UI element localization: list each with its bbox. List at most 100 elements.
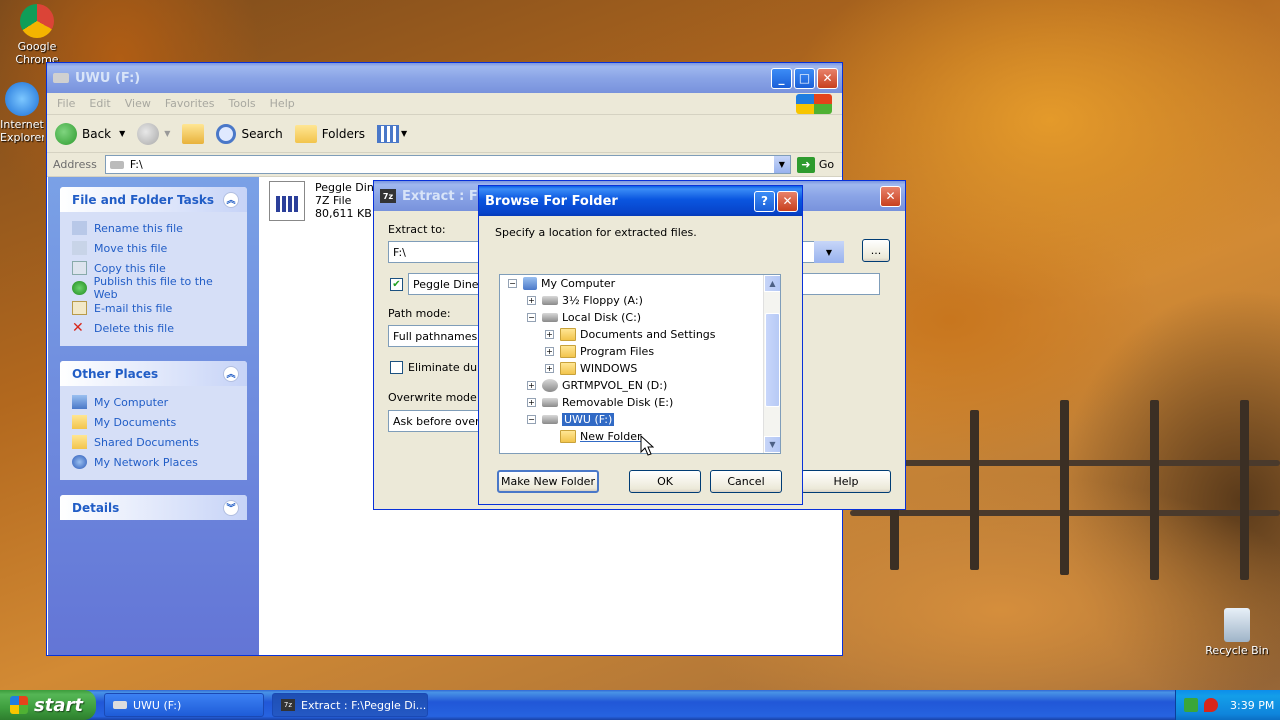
collapse-toggle[interactable]: −: [527, 415, 536, 424]
task-rename[interactable]: Rename this file: [72, 218, 237, 238]
eliminate-checkbox[interactable]: [390, 361, 403, 374]
start-button[interactable]: start: [0, 690, 96, 720]
network-tray-icon[interactable]: [1184, 698, 1198, 712]
help-question-button[interactable]: ?: [754, 190, 775, 212]
tree-node-program-files[interactable]: + Program Files: [545, 343, 654, 360]
expand-toggle[interactable]: +: [527, 398, 536, 407]
collapse-icon[interactable]: ︽: [223, 365, 239, 382]
menu-tools[interactable]: Tools: [229, 97, 256, 110]
copy-icon: [72, 261, 87, 275]
minimize-button[interactable]: _: [771, 67, 792, 89]
panel-header[interactable]: Details ︾: [60, 495, 247, 520]
close-button[interactable]: ✕: [880, 185, 901, 207]
expand-toggle[interactable]: +: [545, 364, 554, 373]
explorer-titlebar[interactable]: UWU (F:) _ □ ✕: [47, 63, 842, 93]
menu-bar: File Edit View Favorites Tools Help: [47, 93, 842, 115]
desktop-icon-recycle-bin[interactable]: Recycle Bin: [1202, 608, 1272, 657]
folder-icon: [560, 345, 576, 358]
menu-favorites[interactable]: Favorites: [165, 97, 215, 110]
close-button[interactable]: ✕: [817, 67, 838, 89]
cancel-button[interactable]: Cancel: [710, 470, 782, 493]
expand-toggle[interactable]: +: [545, 347, 554, 356]
other-places-panel: Other Places ︽ My Computer My Documents …: [60, 361, 247, 480]
tree-node-uwu-f[interactable]: − UWU (F:): [527, 411, 615, 428]
fence-decoration: [850, 400, 1280, 580]
mouse-cursor-icon: [640, 435, 654, 456]
forward-arrow-icon: [137, 122, 160, 145]
forward-button[interactable]: ▼: [137, 122, 170, 145]
drive-icon: [542, 415, 558, 424]
security-shield-icon[interactable]: [1204, 698, 1218, 712]
close-button[interactable]: ✕: [777, 190, 798, 212]
tree-node-documents-settings[interactable]: + Documents and Settings: [545, 326, 716, 343]
browse-button[interactable]: ...: [862, 239, 890, 262]
file-folder-tasks-panel: File and Folder Tasks ︽ Rename this file…: [60, 187, 247, 346]
place-my-documents[interactable]: My Documents: [72, 412, 237, 432]
tree-node-grtmpvol-d[interactable]: + GRTMPVOL_EN (D:): [527, 377, 667, 394]
collapse-toggle[interactable]: −: [508, 279, 517, 288]
removable-drive-icon: [542, 398, 558, 407]
folder-icon: [560, 430, 576, 443]
expand-icon[interactable]: ︾: [223, 499, 239, 516]
make-new-folder-button[interactable]: Make New Folder: [497, 470, 599, 493]
back-button[interactable]: Back ▼: [55, 122, 125, 145]
chevron-down-icon[interactable]: ▼: [814, 241, 844, 263]
menu-help[interactable]: Help: [270, 97, 295, 110]
drive-icon: [542, 313, 558, 322]
drive-icon: [53, 73, 69, 83]
subfolder-checkbox[interactable]: ✔: [390, 278, 403, 291]
browse-titlebar[interactable]: Browse For Folder ? ✕: [479, 186, 802, 216]
maximize-button[interactable]: □: [794, 67, 815, 89]
panel-header[interactable]: File and Folder Tasks ︽: [60, 187, 247, 212]
folders-button[interactable]: Folders: [294, 124, 365, 143]
tree-node-windows[interactable]: + WINDOWS: [545, 360, 637, 377]
tree-node-floppy[interactable]: +3½ Floppy (A:): [527, 292, 643, 309]
task-pane: File and Folder Tasks ︽ Rename this file…: [48, 177, 259, 655]
taskbar-item-explorer[interactable]: UWU (F:): [104, 693, 264, 717]
collapse-toggle[interactable]: −: [527, 313, 536, 322]
scroll-down-icon[interactable]: ▼: [764, 436, 780, 453]
place-my-computer[interactable]: My Computer: [72, 392, 237, 412]
ok-button[interactable]: OK: [629, 470, 701, 493]
place-shared-documents[interactable]: Shared Documents: [72, 432, 237, 452]
clock[interactable]: 3:39 PM: [1230, 699, 1274, 712]
place-network[interactable]: My Network Places: [72, 452, 237, 472]
chevron-down-icon[interactable]: ▼: [773, 156, 790, 173]
tree-node-local-disk-c[interactable]: − Local Disk (C:): [527, 309, 641, 326]
tree-node-removable-e[interactable]: + Removable Disk (E:): [527, 394, 673, 411]
collapse-icon[interactable]: ︽: [223, 191, 239, 208]
folder-tree: − My Computer +3½ Floppy (A:) − Local Disk…: [499, 274, 781, 454]
address-input[interactable]: F:\ ▼: [104, 155, 791, 174]
go-button[interactable]: ➜ Go: [796, 156, 834, 173]
task-publish[interactable]: Publish this file to the Web: [72, 275, 237, 301]
up-folder-button[interactable]: [182, 123, 205, 144]
7zip-icon: 7z: [380, 189, 396, 203]
desktop-icon-label: Internet Explorer: [0, 118, 44, 144]
network-icon: [72, 455, 87, 469]
chevron-down-icon[interactable]: ▼: [119, 129, 125, 138]
drive-icon: [113, 701, 127, 709]
tree-scrollbar[interactable]: ▲ ▼: [763, 275, 780, 453]
menu-view[interactable]: View: [125, 97, 151, 110]
task-move[interactable]: Move this file: [72, 238, 237, 258]
expand-toggle[interactable]: +: [545, 330, 554, 339]
tree-node-new-folder[interactable]: New Folder: [560, 428, 641, 445]
expand-toggle[interactable]: +: [527, 381, 536, 390]
search-button[interactable]: Search: [216, 123, 283, 144]
views-button[interactable]: ▼: [377, 124, 407, 143]
help-button[interactable]: Help: [801, 470, 891, 493]
panel-header[interactable]: Other Places ︽: [60, 361, 247, 386]
7zip-icon: 7z: [281, 699, 295, 711]
scroll-up-icon[interactable]: ▲: [764, 275, 780, 292]
file-item[interactable]: Peggle Dine 7Z File 80,611 KB: [269, 181, 381, 221]
tree-node-my-computer[interactable]: − My Computer: [508, 275, 615, 292]
scroll-thumb[interactable]: [765, 313, 780, 407]
menu-edit[interactable]: Edit: [89, 97, 110, 110]
task-delete[interactable]: ✕ Delete this file: [72, 318, 237, 338]
desktop-icon-chrome[interactable]: Google Chrome: [2, 4, 72, 66]
task-email[interactable]: E-mail this file: [72, 298, 237, 318]
expand-toggle[interactable]: +: [527, 296, 536, 305]
taskbar-item-extract[interactable]: 7z Extract : F:\Peggle Di...: [272, 693, 428, 717]
desktop-icon-internet-explorer[interactable]: Internet Explorer: [0, 82, 44, 144]
menu-file[interactable]: File: [57, 97, 75, 110]
